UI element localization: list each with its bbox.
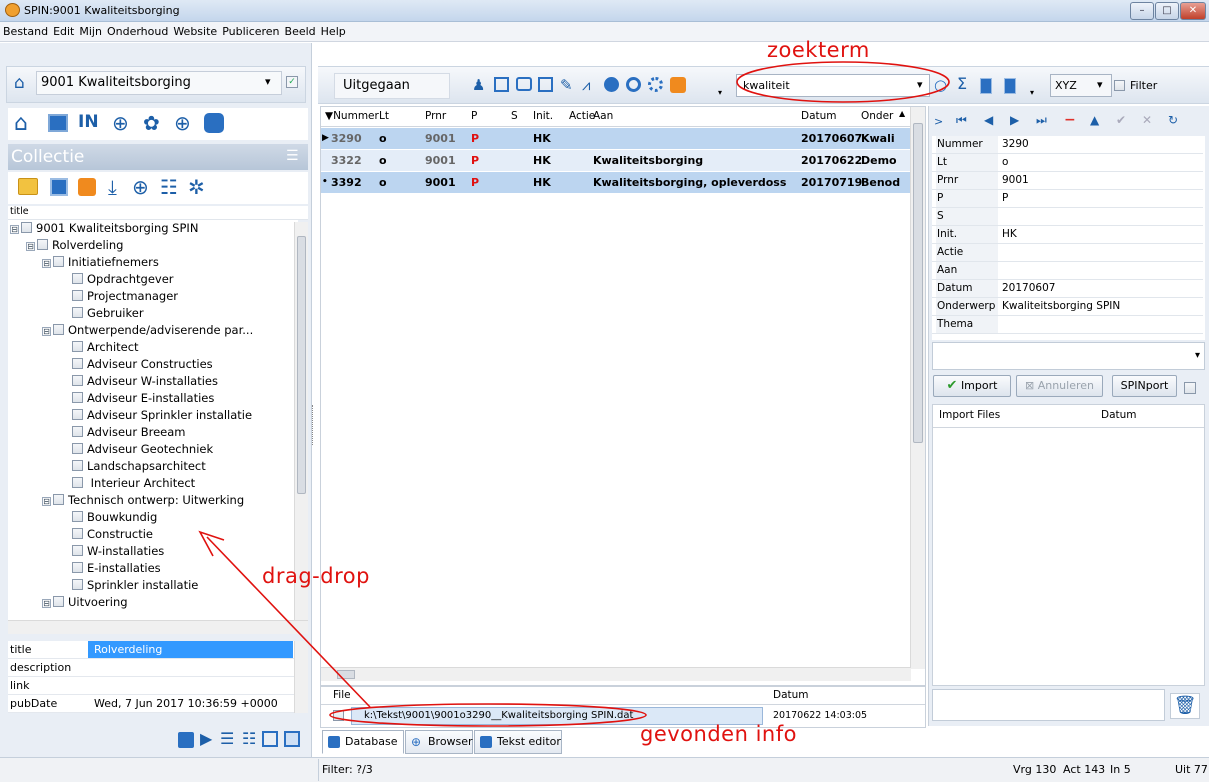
search-highlight-ellipse — [736, 61, 950, 103]
annotation-zoekterm: zoekterm — [767, 38, 870, 62]
annotation-gevonden-info: gevonden info — [640, 722, 797, 746]
file-highlight-ellipse — [329, 703, 647, 727]
dragdrop-arrow-line — [206, 536, 371, 708]
dragdrop-arrow-head — [198, 530, 225, 557]
annotation-dragdrop: drag-drop — [262, 564, 370, 588]
annotation-layer — [198, 61, 950, 727]
